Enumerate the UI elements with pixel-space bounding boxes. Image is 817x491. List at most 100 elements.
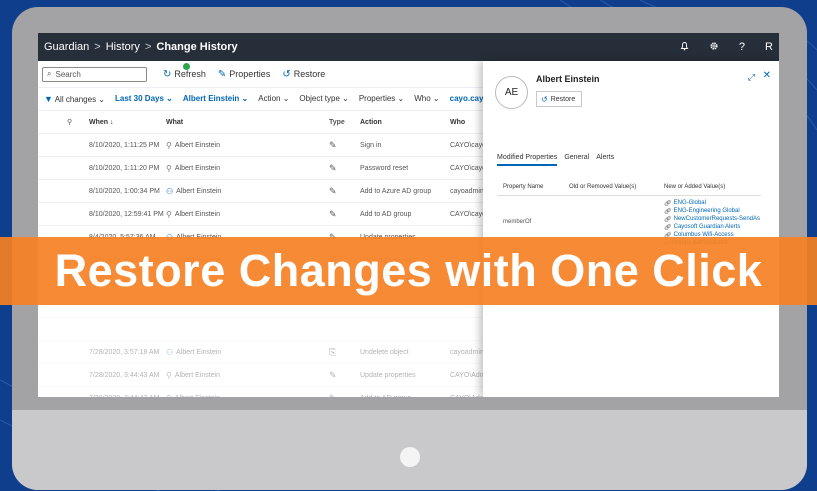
- tab-general[interactable]: General: [564, 154, 589, 166]
- cell-when: 8/10/2020, 1:11:20 PM: [89, 164, 160, 172]
- breadcrumb-history[interactable]: History: [106, 41, 140, 53]
- avatar: AE: [495, 76, 528, 109]
- cell-action: Password reset: [360, 164, 409, 172]
- filter-object-type-label: Object type: [299, 94, 340, 103]
- top-bar: Guardian > History > Change History ? R: [38, 33, 779, 61]
- column-when[interactable]: When ↓: [89, 111, 169, 133]
- link-icon: 🔗︎: [664, 225, 672, 231]
- filter-date-range-label: Last 30 Days: [115, 94, 164, 103]
- header-property-name: Property Name: [503, 184, 544, 190]
- tab-modified-properties[interactable]: Modified Properties: [497, 154, 558, 166]
- restore-icon: ↺: [282, 68, 291, 80]
- cell-type: ✎: [329, 180, 349, 202]
- pencil-icon: ✎: [329, 185, 337, 196]
- app-screen: Guardian > History > Change History ? R …: [38, 33, 779, 397]
- tab-alerts[interactable]: Alerts: [596, 154, 614, 166]
- chevron-right-icon: >: [144, 41, 152, 53]
- restore-icon: ↺: [541, 94, 548, 104]
- notification-badge: [183, 62, 190, 70]
- properties-table-header: Property Name Old or Removed Value(s) Ne…: [497, 181, 761, 196]
- column-action[interactable]: Action: [360, 111, 450, 133]
- refresh-icon: ↻: [163, 68, 172, 80]
- cell-what-label: Albert Einstein: [174, 164, 220, 172]
- chevron-right-icon: >: [94, 41, 101, 53]
- filter-user[interactable]: Albert Einstein ⌄: [183, 94, 248, 103]
- filter-user-label: Albert Einstein: [182, 94, 240, 103]
- restore-button[interactable]: ↺ Restore: [282, 69, 325, 80]
- breadcrumb-guardian[interactable]: Guardian: [44, 41, 89, 53]
- search-placeholder: Search: [55, 69, 81, 79]
- user-icon[interactable]: R: [765, 41, 773, 53]
- column-what[interactable]: What: [166, 111, 286, 133]
- refresh-label: Refresh: [174, 69, 206, 79]
- panel-tabs: Modified Properties General Alerts: [497, 154, 614, 166]
- properties-button[interactable]: ✎ Properties: [218, 69, 270, 80]
- expand-icon[interactable]: ⤢: [748, 72, 755, 83]
- filter-object-type[interactable]: Object type ⌄: [299, 94, 348, 103]
- cell-type: ✎: [329, 203, 349, 225]
- banner-text: Restore Changes with One Click: [54, 245, 763, 296]
- person-icon: ⚲: [166, 140, 172, 150]
- breadcrumb: Guardian > History > Change History: [38, 41, 238, 53]
- new-value-label: ENG-Engineering Global: [673, 208, 740, 214]
- filter-all-changes-label: All changes: [54, 94, 97, 104]
- new-value-label: Cayosoft Guardian Alerts: [673, 224, 741, 230]
- filter-action[interactable]: Action ⌄: [258, 94, 289, 103]
- cell-when: 8/10/2020, 12:59:41 PM: [89, 210, 164, 218]
- new-value-item[interactable]: 🔗︎ Cayosoft Guardian Alerts: [664, 224, 760, 231]
- cell-action: Add to Azure AD group: [360, 187, 432, 195]
- cell-what-label: Albert Einstein: [174, 210, 220, 218]
- filter-properties[interactable]: Properties ⌄: [359, 94, 404, 103]
- filter-properties-label: Properties: [358, 94, 396, 103]
- person-icon: ⚲: [166, 209, 172, 219]
- cell-what-label: Albert Einstein: [174, 141, 220, 149]
- panel-title: Albert Einstein: [536, 74, 600, 84]
- column-type[interactable]: Type: [329, 111, 349, 133]
- property-name: memberOf: [503, 219, 532, 225]
- search-input[interactable]: ⌕ Search: [42, 66, 147, 82]
- cell-when: 8/10/2020, 1:11:25 PM: [89, 141, 160, 149]
- details-panel: AE Albert Einstein ↺ Restore ⤢ ✕ Modifie…: [483, 61, 779, 397]
- cell-what: ⚲Albert Einstein: [166, 157, 286, 179]
- close-icon[interactable]: ✕: [763, 70, 771, 81]
- pencil-icon: ✎: [329, 208, 337, 219]
- gear-icon[interactable]: [709, 41, 719, 54]
- filter-all-changes[interactable]: ▼ All changes ⌄: [44, 94, 105, 104]
- panel-restore-label: Restore: [550, 95, 576, 103]
- link-icon: 🔗︎: [664, 209, 672, 215]
- pin-icon: ⚲: [67, 119, 73, 126]
- pencil-icon: ✎: [329, 162, 337, 173]
- cell-what-label: Albert Einstein: [176, 187, 222, 195]
- filter-action-label: Action: [258, 94, 281, 103]
- new-value-item[interactable]: 🔗︎ ENG-Engineering Global: [664, 208, 760, 215]
- new-value-item[interactable]: 🔗︎ NewCustomerRequests-SendAs: [664, 216, 760, 223]
- search-icon: ⌕: [47, 69, 52, 78]
- cell-what: ⚲Albert Einstein: [166, 203, 286, 225]
- properties-label: Properties: [229, 69, 271, 79]
- cell-type: ✎: [329, 134, 349, 156]
- pencil-icon: ✎: [329, 139, 337, 150]
- refresh-button[interactable]: ↻ Refresh: [163, 62, 206, 80]
- cell-type: ✎: [329, 157, 349, 179]
- new-value-label: NewCustomerRequests-SendAs: [673, 216, 760, 222]
- group-icon: ⚇: [166, 186, 174, 196]
- link-icon: 🔗︎: [664, 217, 672, 223]
- cell-action: Sign in: [360, 141, 382, 149]
- cell-action: Add to AD group: [360, 210, 412, 218]
- cell-what: ⚲Albert Einstein: [166, 134, 286, 156]
- cell-when: 8/10/2020, 1:00:34 PM: [89, 187, 160, 195]
- filter-icon: ▼: [44, 93, 53, 104]
- new-value-item[interactable]: 🔗︎ ENG-Global: [664, 200, 760, 207]
- cell-what: ⚇Albert Einstein: [166, 180, 286, 202]
- filter-who[interactable]: Who ⌄: [414, 94, 439, 103]
- link-icon: 🔗︎: [664, 201, 672, 207]
- page-title: Change History: [156, 41, 238, 53]
- bell-icon[interactable]: [680, 41, 689, 54]
- panel-restore-button[interactable]: ↺ Restore: [536, 91, 582, 107]
- person-icon: ⚲: [166, 163, 172, 173]
- filter-who-label: Who: [414, 94, 431, 103]
- monitor-button: [400, 447, 420, 467]
- help-icon[interactable]: ?: [739, 41, 745, 53]
- header-old-values: Old or Removed Value(s): [569, 184, 637, 190]
- filter-date-range[interactable]: Last 30 Days ⌄: [115, 94, 173, 103]
